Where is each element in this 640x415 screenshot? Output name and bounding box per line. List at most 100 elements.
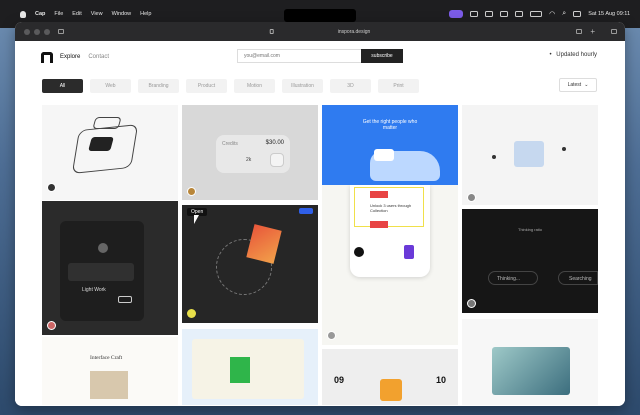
site-header: Explore Contact subscribe • Updated hour… (15, 41, 625, 73)
web-page: Explore Contact subscribe • Updated hour… (15, 41, 625, 406)
card-credits[interactable]: Credits $30.00 2k (182, 105, 318, 200)
date-left: 09 (334, 375, 345, 385)
card-gradient-screen[interactable] (462, 319, 598, 405)
email-input[interactable] (237, 49, 361, 63)
menu-help[interactable]: Help (140, 11, 151, 17)
thinking-title: Thinking ratio (518, 227, 543, 232)
apple-icon[interactable] (20, 10, 26, 18)
battery-icon[interactable] (530, 11, 543, 17)
purple-block (404, 245, 414, 259)
gallery-grid: Light Work Interface Craft Credits $30.0… (42, 105, 598, 405)
card-mobile-screen[interactable]: Unlock 3 users through Collection (322, 185, 458, 345)
card-device-illustration[interactable] (42, 105, 178, 200)
avatar[interactable] (467, 299, 476, 308)
menu-file[interactable]: File (54, 11, 63, 17)
stack-icon[interactable] (500, 11, 509, 17)
date-right: 10 (435, 375, 446, 385)
menu-view[interactable]: View (91, 11, 103, 17)
filter-3d[interactable]: 3D (330, 79, 371, 93)
menu-app-name[interactable]: Cap (35, 11, 45, 17)
gradient-window (492, 347, 570, 395)
orb-icon (98, 243, 108, 253)
filter-web[interactable]: Web (90, 79, 131, 93)
credits-widget: Credits $30.00 2k (216, 135, 290, 173)
sort-label: Latest (567, 82, 582, 88)
avatar[interactable] (47, 183, 56, 192)
card-blue-hero[interactable]: Get the right people who matter (322, 105, 458, 185)
filter-branding[interactable]: Branding (138, 79, 179, 93)
menu-window[interactable]: Window (112, 11, 132, 17)
thinking-pill: Thinking... (488, 271, 538, 285)
site-logo[interactable] (41, 51, 53, 63)
sort-select[interactable]: Latest ⌄ (559, 78, 597, 92)
control-center-icon[interactable] (573, 11, 582, 17)
card-interface-craft[interactable]: Interface Craft (42, 337, 178, 405)
knob-icon (270, 153, 284, 167)
update-frequency[interactable]: • Updated hourly (550, 52, 597, 58)
menu-clock[interactable]: Sat 15 Aug 09:11 (588, 11, 630, 17)
subscribe-button[interactable]: subscribe (361, 49, 403, 63)
minimize-button[interactable] (34, 28, 40, 35)
avatar[interactable] (467, 193, 476, 202)
avatar[interactable] (187, 309, 196, 318)
filter-motion[interactable]: Motion (234, 79, 275, 93)
filter-illustration[interactable]: Illustration (282, 79, 323, 93)
url-text[interactable]: inspora.design (338, 29, 371, 35)
chevron-down-icon: ⌄ (584, 82, 589, 88)
poster-art (246, 224, 282, 264)
device-top (92, 117, 122, 129)
blue-headline: Get the right people who matter (362, 119, 418, 131)
search-icon[interactable]: ⌕ (562, 10, 566, 18)
credits-label: Credits (222, 141, 238, 147)
filter-print[interactable]: Print (378, 79, 419, 93)
avatar[interactable] (327, 331, 336, 340)
site-info-icon[interactable] (269, 29, 274, 34)
sidebar-icon[interactable] (58, 29, 64, 34)
thinking-status: Thinking... (497, 276, 521, 282)
card-node-diagram[interactable] (462, 105, 598, 205)
tabs-overview-icon[interactable] (611, 29, 617, 34)
card-motion-poster[interactable]: Open (182, 205, 318, 323)
filter-all[interactable]: All (42, 79, 83, 93)
yellow-outline (354, 187, 424, 227)
clipboard-icon[interactable] (515, 11, 524, 17)
menu-edit[interactable]: Edit (72, 11, 81, 17)
update-label: Updated hourly (556, 52, 597, 58)
nav-contact[interactable]: Contact (88, 54, 109, 60)
avatar[interactable] (47, 321, 56, 330)
share-icon[interactable] (576, 29, 583, 34)
card-thinking[interactable]: Thinking ratio Thinking... Searching (462, 209, 598, 313)
white-pill (374, 149, 394, 161)
wifi-icon[interactable]: ◠ (549, 10, 555, 18)
card-light-work[interactable]: Light Work (42, 201, 178, 335)
camera-notch (284, 9, 356, 22)
browser-window: inspora.design + Explore Contact subscri… (15, 22, 625, 406)
address-bar[interactable]: inspora.design (269, 26, 371, 37)
toggle-icon (118, 296, 132, 303)
window-icon[interactable] (485, 11, 494, 17)
category-filters: All Web Branding Product Motion Illustra… (15, 73, 625, 99)
new-tab-icon[interactable]: + (590, 27, 595, 36)
preview-bar (68, 263, 134, 281)
subscribe-form: subscribe (237, 49, 403, 63)
credits-amount: $30.00 (265, 140, 284, 146)
filter-product[interactable]: Product (186, 79, 227, 93)
node-right (562, 147, 566, 151)
cursor-icon (194, 215, 199, 224)
interface-craft-title: Interface Craft (90, 355, 123, 361)
card-map-ui[interactable] (182, 329, 318, 405)
device-screen (88, 137, 114, 151)
zoom-button[interactable] (44, 28, 50, 35)
bullet-icon: • (549, 52, 552, 58)
window-controls (15, 28, 50, 35)
nav-explore[interactable]: Explore (60, 54, 80, 60)
recording-icon[interactable] (449, 10, 464, 18)
avatar[interactable] (187, 187, 196, 196)
glass-panel (514, 141, 544, 167)
close-button[interactable] (24, 28, 30, 35)
browser-toolbar: inspora.design + (15, 22, 625, 41)
badge-icon (354, 247, 364, 257)
blue-tag[interactable] (299, 208, 313, 214)
card-date-ui[interactable]: 09 10 (322, 349, 458, 405)
screen-icon[interactable] (470, 11, 479, 17)
